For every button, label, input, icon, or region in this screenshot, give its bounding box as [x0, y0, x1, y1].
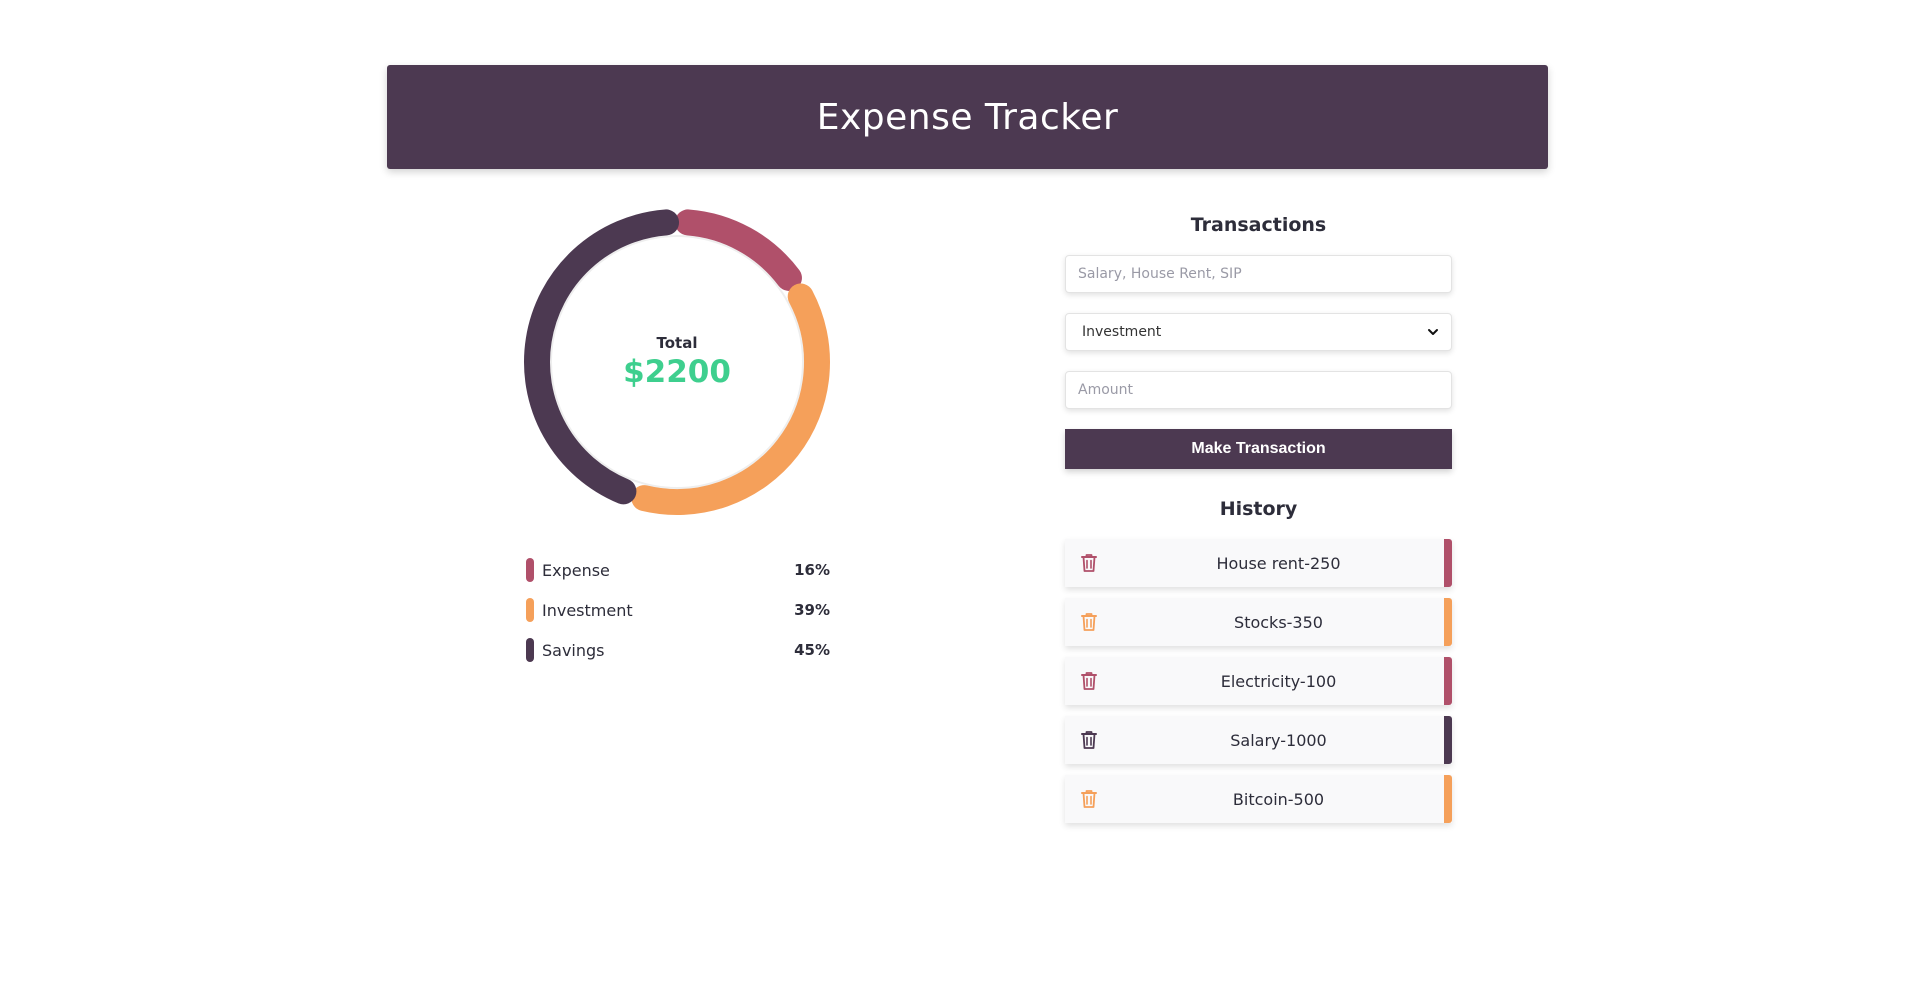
history-item: Electricity-100 — [1065, 657, 1452, 705]
expense-tracker-app: Expense Tracker Total $2200 Expense 16% … — [0, 0, 1920, 983]
history-item: Salary-1000 — [1065, 716, 1452, 764]
history-list: House rent-250 Stocks-350 Electricity-10… — [1065, 539, 1452, 823]
history-item-color-bar — [1444, 775, 1452, 823]
legend-row-investment: Investment 39% — [526, 590, 830, 630]
legend-name-expense: Expense — [542, 560, 610, 580]
trash-icon[interactable] — [1065, 775, 1113, 823]
legend-name-investment: Investment — [542, 600, 633, 620]
history-item-label: Stocks-350 — [1234, 612, 1323, 632]
page-title: Expense Tracker — [816, 96, 1119, 138]
transaction-name-input[interactable] — [1065, 255, 1452, 293]
legend-percent-investment: 39% — [794, 601, 830, 619]
legend-name-savings: Savings — [542, 640, 605, 660]
history-item-color-bar — [1444, 598, 1452, 646]
history-item-label: Salary-1000 — [1230, 730, 1327, 750]
trash-icon[interactable] — [1065, 657, 1113, 705]
legend-row-expense: Expense 16% — [526, 550, 830, 590]
history-item-label: House rent-250 — [1216, 553, 1341, 573]
history-item-color-bar — [1444, 716, 1452, 764]
transaction-amount-input[interactable] — [1065, 371, 1452, 409]
transactions-panel: Transactions Investment Make Transaction… — [1065, 205, 1452, 834]
history-item: Bitcoin-500 — [1065, 775, 1452, 823]
legend-row-savings: Savings 45% — [526, 630, 830, 670]
make-transaction-button[interactable]: Make Transaction — [1065, 429, 1452, 469]
history-item-color-bar — [1444, 657, 1452, 705]
total-value: $2200 — [623, 354, 731, 390]
legend-swatch-savings — [526, 638, 534, 662]
history-item: House rent-250 — [1065, 539, 1452, 587]
history-title: History — [1219, 498, 1298, 520]
chevron-down-icon — [1427, 326, 1439, 338]
trash-icon[interactable] — [1065, 598, 1113, 646]
legend-percent-savings: 45% — [794, 641, 830, 659]
history-item-label: Bitcoin-500 — [1232, 789, 1325, 809]
transaction-type-select[interactable]: Investment — [1065, 313, 1452, 351]
donut-center: Total $2200 — [520, 205, 834, 519]
category-donut-chart: Total $2200 — [520, 205, 834, 519]
history-item-color-bar — [1444, 539, 1452, 587]
history-item: Stocks-350 — [1065, 598, 1452, 646]
app-header: Expense Tracker — [387, 65, 1548, 169]
legend-swatch-investment — [526, 598, 534, 622]
total-label: Total — [656, 334, 698, 352]
legend-swatch-expense — [526, 558, 534, 582]
trash-icon[interactable] — [1065, 716, 1113, 764]
transactions-title: Transactions — [1190, 214, 1327, 236]
trash-icon[interactable] — [1065, 539, 1113, 587]
donut-legend: Expense 16% Investment 39% Savings 45% — [526, 550, 830, 670]
history-item-label: Electricity-100 — [1220, 671, 1337, 691]
transaction-type-value: Investment — [1082, 324, 1162, 340]
legend-percent-expense: 16% — [794, 561, 830, 579]
